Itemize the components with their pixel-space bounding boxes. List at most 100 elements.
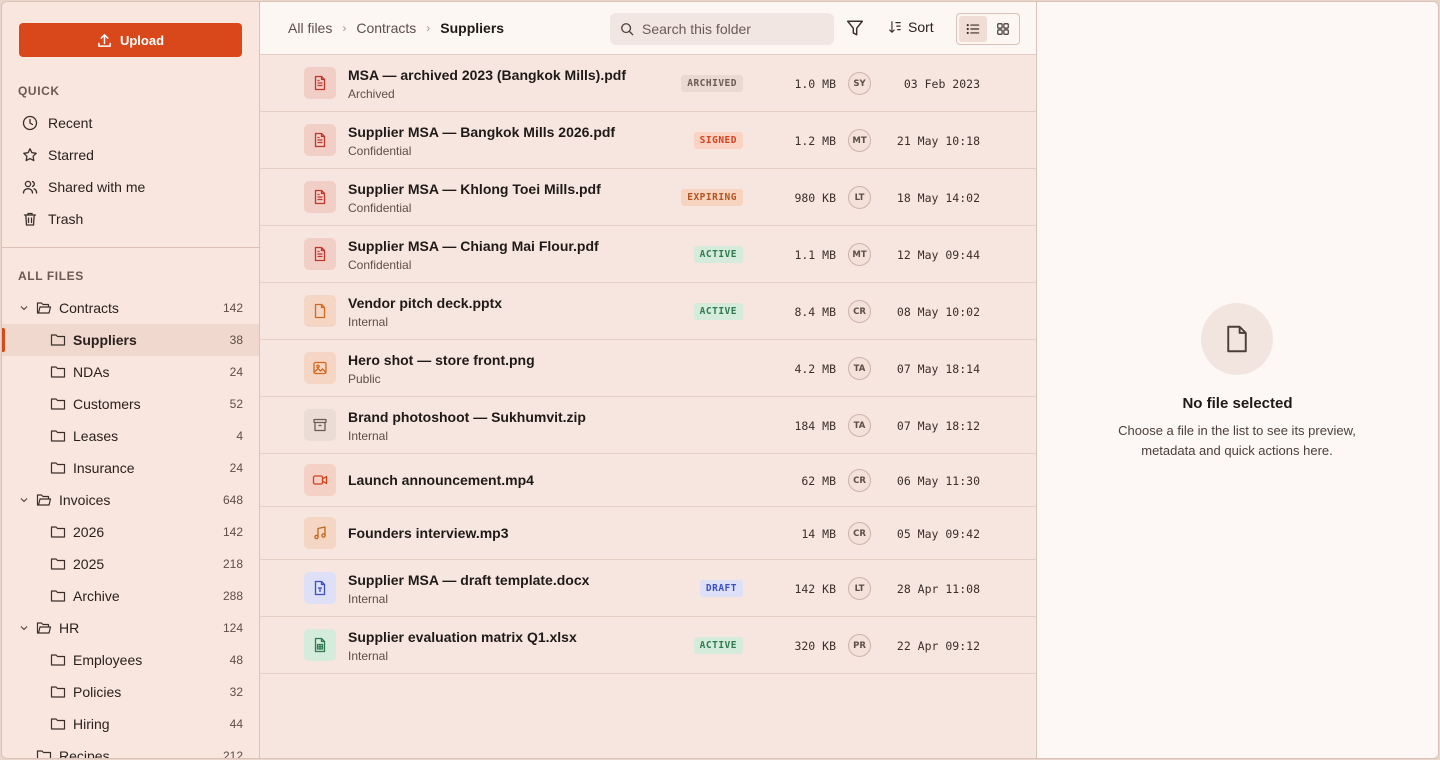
file-manager-app: Upload QUICK Recent Starred Shared with … bbox=[1, 1, 1439, 759]
quick-section-title: QUICK bbox=[18, 84, 60, 98]
folder-employees[interactable]: Employees 48 bbox=[2, 644, 259, 676]
quick-item-label: Trash bbox=[48, 211, 84, 227]
search-box[interactable] bbox=[610, 13, 834, 45]
file-size: 142 KB bbox=[794, 582, 836, 596]
file-row[interactable]: Supplier MSA — Bangkok Mills 2026.pdf Co… bbox=[260, 112, 1036, 169]
file-name: Hero shot — store front.png bbox=[348, 352, 535, 368]
preview-pane: No file selected Choose a file in the li… bbox=[1037, 2, 1438, 758]
quick-item-recent[interactable]: Recent bbox=[2, 107, 259, 139]
folder-label: Hiring bbox=[73, 716, 110, 732]
file-name: Supplier MSA — draft template.docx bbox=[348, 572, 590, 588]
empty-state-description: Choose a file in the list to see its pre… bbox=[1118, 423, 1356, 458]
file-classification: Confidential bbox=[348, 201, 412, 215]
folder-label: Policies bbox=[73, 684, 122, 700]
image-file-icon bbox=[304, 352, 336, 384]
file-name: Brand photoshoot — Sukhumvit.zip bbox=[348, 409, 586, 425]
folder-hr[interactable]: HR 124 bbox=[2, 612, 259, 644]
file-row[interactable]: Supplier MSA — Chiang Mai Flour.pdf Conf… bbox=[260, 226, 1036, 283]
status-badge: EXPIRING bbox=[681, 189, 743, 206]
quick-item-starred[interactable]: Starred bbox=[2, 139, 259, 171]
owner-avatar: MT bbox=[848, 243, 871, 266]
breadcrumb: All files › Contracts › Suppliers bbox=[288, 20, 504, 36]
folder-policies[interactable]: Policies 32 bbox=[2, 676, 259, 708]
file-classification: Confidential bbox=[348, 258, 412, 272]
file-row[interactable]: Supplier evaluation matrix Q1.xlsx Inter… bbox=[260, 617, 1036, 674]
pdf-file-icon bbox=[304, 181, 336, 213]
file-name: Launch announcement.mp4 bbox=[348, 472, 534, 488]
list-view-button[interactable] bbox=[959, 16, 987, 42]
quick-item-shared[interactable]: Shared with me bbox=[2, 171, 259, 203]
upload-icon bbox=[98, 33, 111, 47]
folder-count: 218 bbox=[222, 557, 243, 571]
file-row[interactable]: Founders interview.mp3 14 MB CR 05 May 0… bbox=[260, 507, 1036, 560]
star-icon bbox=[23, 148, 37, 162]
file-row[interactable]: MSA — archived 2023 (Bangkok Mills).pdf … bbox=[260, 55, 1036, 112]
file-size: 62 MB bbox=[801, 474, 836, 488]
folder-count: 24 bbox=[229, 365, 243, 379]
file-name: Supplier MSA — Chiang Mai Flour.pdf bbox=[348, 238, 599, 254]
folder-ndas[interactable]: NDAs 24 bbox=[2, 356, 259, 388]
file-name: MSA — archived 2023 (Bangkok Mills).pdf bbox=[348, 67, 626, 83]
file-classification: Archived bbox=[348, 87, 395, 101]
grid-view-button[interactable] bbox=[989, 16, 1017, 42]
folder-label: Recipes bbox=[59, 748, 110, 758]
folder-2025[interactable]: 2025 218 bbox=[2, 548, 259, 580]
folder-icon bbox=[50, 366, 66, 378]
folder-count: 288 bbox=[222, 589, 243, 603]
folder-suppliers[interactable]: Suppliers 38 bbox=[2, 324, 259, 356]
file-name: Supplier evaluation matrix Q1.xlsx bbox=[348, 629, 577, 645]
file-row[interactable]: Supplier MSA — draft template.docx Inter… bbox=[260, 560, 1036, 617]
file-size: 1.1 MB bbox=[794, 248, 836, 262]
breadcrumb-contracts[interactable]: Contracts bbox=[356, 20, 416, 36]
folder-label: Contracts bbox=[59, 300, 119, 316]
folder-insurance[interactable]: Insurance 24 bbox=[2, 452, 259, 484]
sort-button[interactable]: Sort bbox=[888, 19, 934, 35]
chevron-down-icon[interactable] bbox=[18, 302, 30, 314]
file-row[interactable]: Vendor pitch deck.pptx Internal ACTIVE 8… bbox=[260, 283, 1036, 340]
folder-label: Suppliers bbox=[73, 332, 137, 348]
file-row[interactable]: Brand photoshoot — Sukhumvit.zip Interna… bbox=[260, 397, 1036, 454]
quick-item-trash[interactable]: Trash bbox=[2, 203, 259, 235]
owner-avatar: CR bbox=[848, 469, 871, 492]
trash-icon bbox=[23, 212, 37, 226]
search-input[interactable] bbox=[642, 21, 822, 37]
folder-icon bbox=[50, 718, 66, 730]
folder-icon bbox=[50, 462, 66, 474]
folder-invoices[interactable]: Invoices 648 bbox=[2, 484, 259, 516]
folder-archive[interactable]: Archive 288 bbox=[2, 580, 259, 612]
file-date: 18 May 14:02 bbox=[896, 191, 980, 205]
owner-avatar: SY bbox=[848, 72, 871, 95]
folder-hiring[interactable]: Hiring 44 bbox=[2, 708, 259, 740]
file-size: 184 MB bbox=[794, 419, 836, 433]
file-name: Supplier MSA — Bangkok Mills 2026.pdf bbox=[348, 124, 616, 140]
filter-icon[interactable] bbox=[846, 19, 864, 37]
file-date: 08 May 10:02 bbox=[896, 305, 980, 319]
file-row[interactable]: Hero shot — store front.png Public 4.2 M… bbox=[260, 340, 1036, 397]
file-row[interactable]: Supplier MSA — Khlong Toei Mills.pdf Con… bbox=[260, 169, 1036, 226]
breadcrumb-all-files[interactable]: All files bbox=[288, 20, 332, 36]
file-row[interactable]: Launch announcement.mp4 62 MB CR 06 May … bbox=[260, 454, 1036, 507]
chevron-right-icon: › bbox=[426, 21, 431, 35]
folder-contracts[interactable]: Contracts 142 bbox=[2, 292, 259, 324]
folder-icon bbox=[50, 590, 66, 602]
file-date: 06 May 11:30 bbox=[896, 474, 980, 488]
folder-leases[interactable]: Leases 4 bbox=[2, 420, 259, 452]
folder-count: 44 bbox=[229, 717, 243, 731]
toolbar: All files › Contracts › Suppliers Sort bbox=[260, 2, 1036, 55]
pdf-file-icon bbox=[304, 67, 336, 99]
status-badge: ACTIVE bbox=[693, 637, 743, 654]
folder-label: 2025 bbox=[73, 556, 105, 572]
file-size: 1.0 MB bbox=[794, 77, 836, 91]
upload-button[interactable]: Upload bbox=[19, 23, 242, 57]
folder-recipes[interactable]: Recipes 212 bbox=[2, 740, 259, 758]
chevron-down-icon[interactable] bbox=[18, 494, 30, 506]
folder-count: 142 bbox=[222, 301, 243, 315]
folder-customers[interactable]: Customers 52 bbox=[2, 388, 259, 420]
folder-2026[interactable]: 2026 142 bbox=[2, 516, 259, 548]
chevron-down-icon[interactable] bbox=[18, 622, 30, 634]
folder-count: 24 bbox=[229, 461, 243, 475]
owner-avatar: CR bbox=[848, 300, 871, 323]
status-badge: ARCHIVED bbox=[681, 75, 743, 92]
sidebar-divider bbox=[2, 247, 259, 248]
file-date: 07 May 18:12 bbox=[896, 419, 980, 433]
